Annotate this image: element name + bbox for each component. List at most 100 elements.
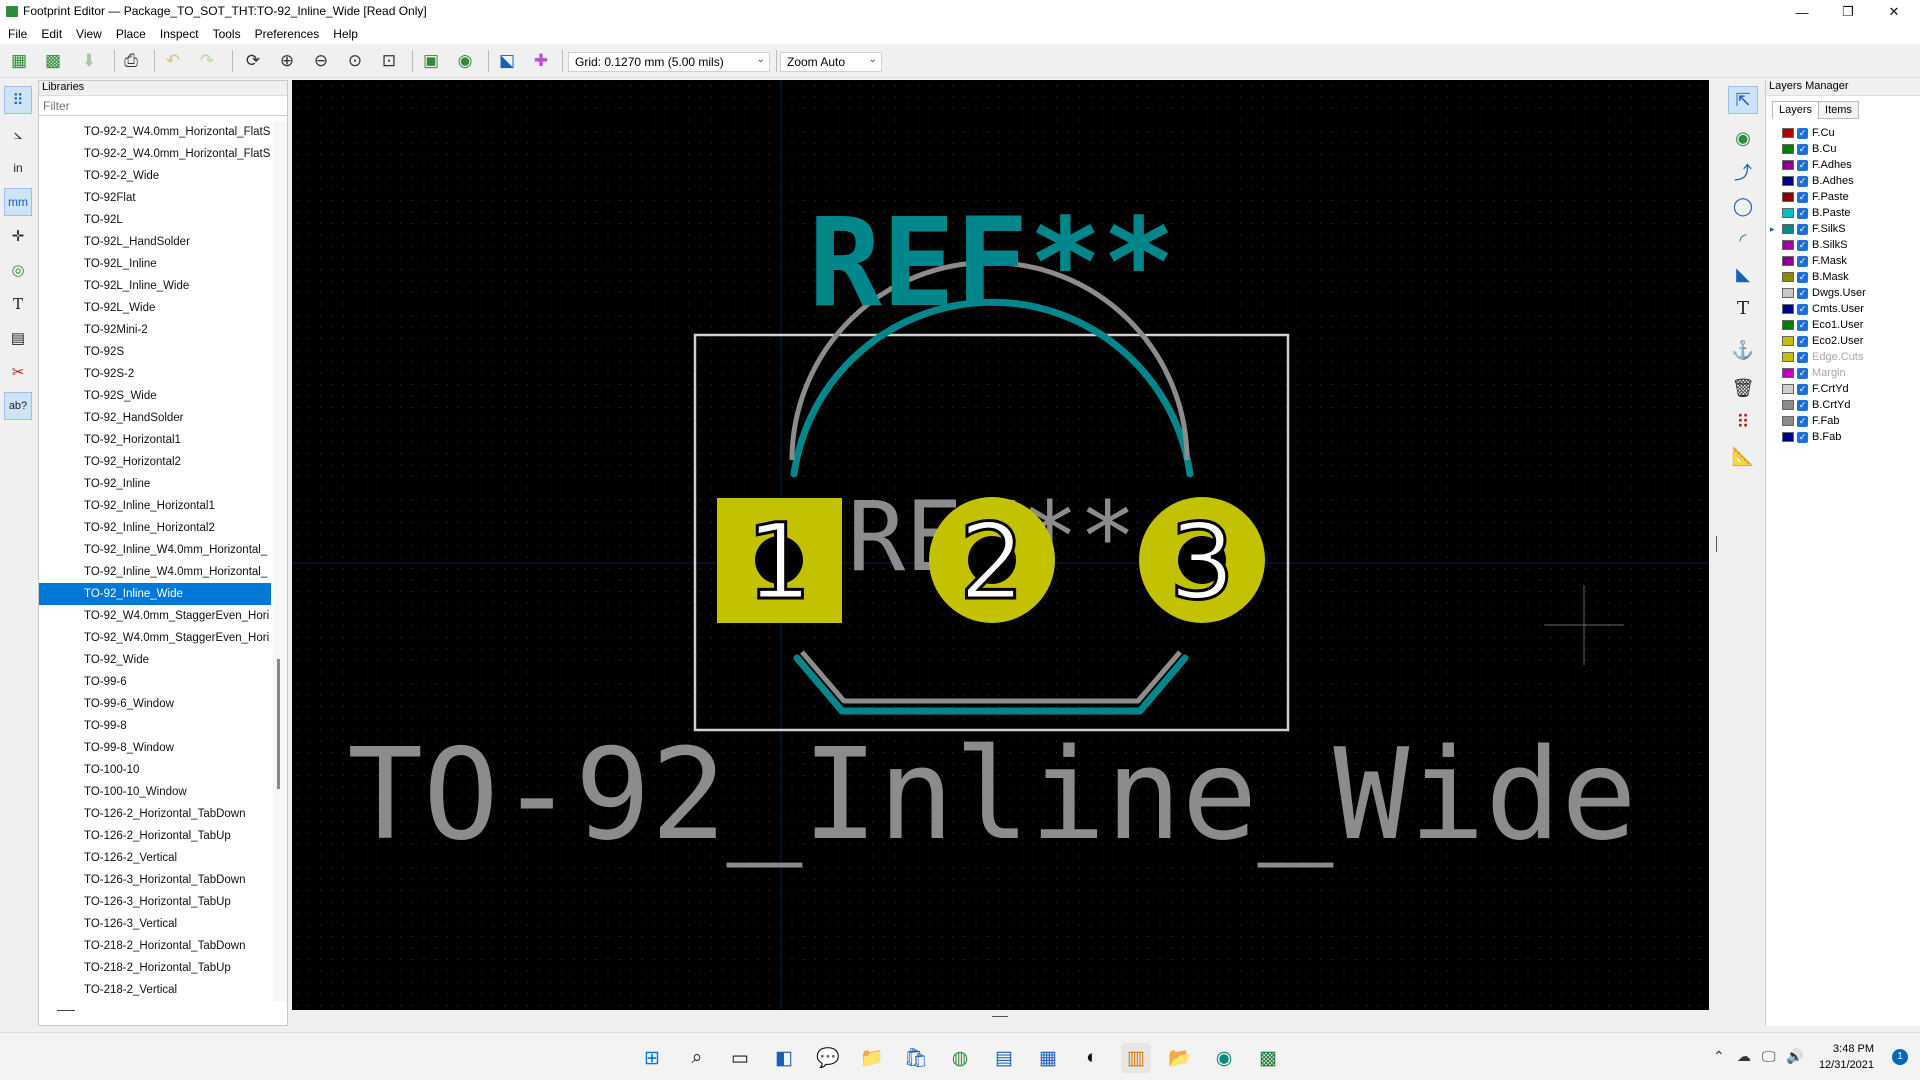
layer-visibility-checkbox[interactable]: ✓ <box>1797 143 1808 155</box>
library-item[interactable]: TO-92L <box>39 209 271 231</box>
kicad-pcbnew-icon[interactable]: ◍ <box>945 1043 975 1073</box>
library-scrollbar[interactable] <box>273 121 287 1001</box>
splitter-handle[interactable] <box>992 1016 1008 1017</box>
grid-origin-icon[interactable]: ⠿ <box>1728 408 1758 436</box>
insert-footprint-icon[interactable]: ✚ <box>528 49 554 73</box>
add-circle-icon[interactable]: ◯ <box>1728 192 1758 220</box>
layer-color-swatch[interactable] <box>1782 256 1794 266</box>
menu-file[interactable]: File <box>8 27 27 41</box>
layer-color-swatch[interactable] <box>1782 368 1794 378</box>
menu-help[interactable]: Help <box>333 27 358 41</box>
notification-badge[interactable]: 1 <box>1892 1049 1908 1065</box>
layer-visibility-checkbox[interactable]: ✓ <box>1797 191 1808 203</box>
value-text[interactable]: TO-92_Inline_Wide <box>347 721 1637 868</box>
onedrive-icon[interactable]: ☁ <box>1737 1048 1751 1065</box>
library-item[interactable]: TO-126-3_Horizontal_TabDown <box>39 869 271 891</box>
layer-visibility-checkbox[interactable]: ✓ <box>1797 255 1808 267</box>
layer-color-swatch[interactable] <box>1782 224 1794 234</box>
task-view-icon[interactable]: ▭ <box>725 1043 755 1073</box>
layer-visibility-checkbox[interactable]: ✓ <box>1797 175 1808 187</box>
library-filter-input[interactable] <box>39 96 287 116</box>
library-item[interactable]: TO-92_Inline_Horizontal2 <box>39 517 271 539</box>
layer-row[interactable]: ✓ Eco1.User <box>1772 317 1912 333</box>
layer-row[interactable]: ✓ B.SilkS <box>1772 237 1912 253</box>
grid-toggle-icon[interactable]: ⠿ <box>4 86 32 114</box>
redo-icon[interactable]: ↷ <box>194 49 220 73</box>
ref-designator-text[interactable]: REF** <box>808 192 1175 334</box>
layer-row[interactable]: ✓ F.Adhes <box>1772 157 1912 173</box>
layer-visibility-checkbox[interactable]: ✓ <box>1797 303 1808 315</box>
steam-icon[interactable]: ◐ <box>1077 1043 1107 1073</box>
layer-visibility-checkbox[interactable]: ✓ <box>1797 351 1808 363</box>
chat-icon[interactable]: 💬 <box>813 1043 843 1073</box>
layer-row[interactable]: ✓ Eco2.User <box>1772 333 1912 349</box>
file-explorer-icon[interactable]: 📁 <box>857 1043 887 1073</box>
layer-visibility-checkbox[interactable]: ✓ <box>1797 159 1808 171</box>
layer-visibility-checkbox[interactable]: ✓ <box>1797 431 1808 443</box>
minimize-button[interactable]: — <box>1780 0 1824 24</box>
refresh-icon[interactable]: ⟳ <box>240 49 266 73</box>
zoom-out-icon[interactable]: ⊖ <box>308 49 334 73</box>
library-item[interactable]: TO-100-10_Window <box>39 781 271 803</box>
layer-row[interactable]: ✓ B.Cu <box>1772 141 1912 157</box>
layer-visibility-checkbox[interactable]: ✓ <box>1797 399 1808 411</box>
library-item[interactable]: TO-218-2_Horizontal_TabDown <box>39 935 271 957</box>
vertical-splitter-handle[interactable] <box>1716 536 1717 552</box>
library-item[interactable]: TO-92_Inline_W4.0mm_Horizontal_ <box>39 539 271 561</box>
anchor-icon[interactable]: ⚓ <box>1728 336 1758 364</box>
layer-color-swatch[interactable] <box>1782 304 1794 314</box>
add-arc-icon[interactable]: ◜ <box>1728 226 1758 254</box>
tab-layers[interactable]: Layers <box>1772 101 1820 119</box>
layer-row[interactable]: ✓ F.Cu <box>1772 125 1912 141</box>
layer-row[interactable]: ✓ B.Adhes <box>1772 173 1912 189</box>
layer-color-swatch[interactable] <box>1782 352 1794 362</box>
layer-color-swatch[interactable] <box>1782 240 1794 250</box>
layer-row[interactable]: ✓ B.Paste <box>1772 205 1912 221</box>
checker-icon[interactable]: ⬕ <box>494 49 520 73</box>
editor-canvas[interactable]: REF** REF** 1 2 3 TO-92_Inline_Wide <box>292 80 1709 1010</box>
add-line-icon[interactable]: ⤴ <box>1728 158 1758 186</box>
layer-color-swatch[interactable] <box>1782 416 1794 426</box>
library-item[interactable]: TO-99-8 <box>39 715 271 737</box>
library-item[interactable]: TO-92_W4.0mm_StaggerEven_Hori <box>39 627 271 649</box>
print-icon[interactable]: ⎙ <box>118 49 144 73</box>
layer-color-swatch[interactable] <box>1782 288 1794 298</box>
units-inch-button[interactable]: in <box>4 154 32 182</box>
layer-visibility-checkbox[interactable]: ✓ <box>1797 319 1808 331</box>
layer-row[interactable]: ✓ B.Mask <box>1772 269 1912 285</box>
notepad-icon[interactable]: ▤ <box>989 1043 1019 1073</box>
library-item[interactable]: TO-92S_Wide <box>39 385 271 407</box>
library-item[interactable]: TO-92Flat <box>39 187 271 209</box>
library-item[interactable]: TO-126-2_Vertical <box>39 847 271 869</box>
library-item[interactable]: TO-99-8_Window <box>39 737 271 759</box>
store-icon[interactable]: 🛍 <box>901 1043 931 1073</box>
word-icon[interactable]: ▦ <box>1033 1043 1063 1073</box>
layer-visibility-checkbox[interactable]: ✓ <box>1797 223 1808 235</box>
layer-visibility-checkbox[interactable]: ✓ <box>1797 335 1808 347</box>
library-item[interactable]: TO-126-3_Horizontal_TabUp <box>39 891 271 913</box>
zoom-select[interactable]: Zoom Auto ⌄ <box>780 52 882 72</box>
pad-properties-icon[interactable]: ◉ <box>452 49 478 73</box>
library-item[interactable]: TO-92_HandSolder <box>39 407 271 429</box>
maximize-button[interactable]: ❐ <box>1826 0 1870 24</box>
layer-color-swatch[interactable] <box>1782 432 1794 442</box>
library-item[interactable]: TO-92L_HandSolder <box>39 231 271 253</box>
layer-row[interactable]: ✓ Dwgs.User <box>1772 285 1912 301</box>
cursor-shape-icon[interactable]: ✛ <box>4 222 32 250</box>
graphic-outline-icon[interactable]: ▤ <box>4 324 32 352</box>
library-item[interactable]: TO-92S <box>39 341 271 363</box>
library-item[interactable]: TO-126-3_Vertical <box>39 913 271 935</box>
menu-edit[interactable]: Edit <box>41 27 62 41</box>
layer-color-swatch[interactable] <box>1782 192 1794 202</box>
units-mm-button[interactable]: mm <box>4 188 32 216</box>
layer-color-swatch[interactable] <box>1782 400 1794 410</box>
zoom-selection-icon[interactable]: ⊡ <box>376 49 402 73</box>
add-text-icon[interactable]: T <box>1728 294 1758 322</box>
kicad-footprint-editor-icon[interactable]: ▥ <box>1121 1043 1151 1073</box>
delete-icon[interactable]: 🗑 <box>1728 374 1758 402</box>
layer-row[interactable]: ✓ B.CrtYd <box>1772 397 1912 413</box>
tab-items[interactable]: Items <box>1818 101 1859 119</box>
start-icon[interactable]: ⊞ <box>637 1043 667 1073</box>
layer-color-swatch[interactable] <box>1782 144 1794 154</box>
menu-inspect[interactable]: Inspect <box>160 27 199 41</box>
